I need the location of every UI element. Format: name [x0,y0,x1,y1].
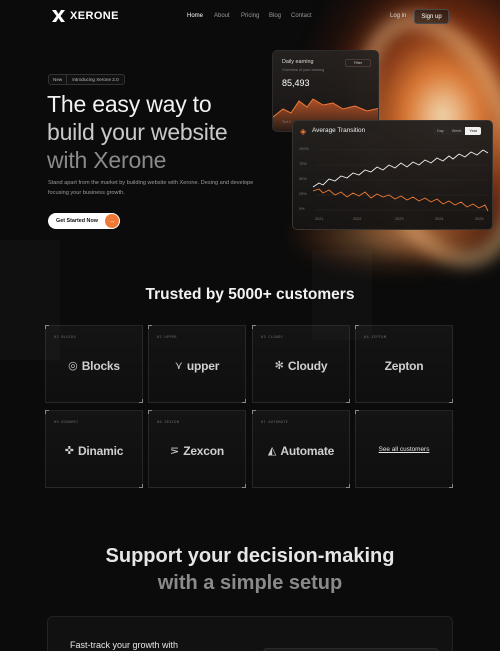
signup-button[interactable]: Sign up [414,9,449,24]
customer-logo: ◎ Blocks [46,359,142,373]
toggle-day[interactable]: Day [433,127,448,135]
top-navigation: XERONE Home About Pricing Blog Contact L… [0,0,500,34]
customer-logo-grid: 01 BLOCKS ◎ Blocks 02 UPPER ⋎ upper 03 C… [45,325,453,489]
zexcon-icon: ⋝ [169,445,180,457]
hero-description: Stand apart from the market by building … [48,180,254,196]
get-started-label: Get Started Now [56,218,98,224]
daily-earning-axis-label: Tod 2 [282,120,291,124]
series-white-line [312,149,489,188]
customer-logo: Zepton [356,359,452,373]
arrow-right-icon: → [105,214,119,228]
customer-name: Zepton [384,359,424,373]
announcement-badge[interactable]: New Introducing Xerone 2.0 [48,74,125,85]
customer-logo: ✜ Dinamic [46,444,142,458]
y-tick: 100% [299,147,309,151]
customer-cell-upper: 02 UPPER ⋎ upper [148,325,246,403]
customer-cell-zepton: 04 ZEPTON Zepton [355,325,453,403]
see-all-customers-link[interactable]: See all customers [356,446,452,453]
x-tick: 2022 [353,217,362,221]
feature-panel: Fast-track your growth with [47,616,453,651]
support-heading-line-1: Support your decision-making [105,545,395,567]
daily-earning-title: Daily earning [282,59,314,65]
cell-tag: 05 DINAMIC [54,420,79,424]
support-heading: Support your decision-making with a simp… [0,543,500,597]
daily-earning-filter[interactable]: Filter [345,59,371,67]
cell-tag: 03 CLOUDY [261,335,284,339]
cell-tag: 04 ZEPTON [364,335,387,339]
customer-name: Blocks [81,359,120,373]
transition-icon: ◈ [300,127,307,136]
customer-name: Cloudy [287,359,328,373]
badge-new-label: New [49,75,68,84]
nav-link-pricing[interactable]: Pricing [241,13,259,19]
cloudy-icon: ✻ [274,360,284,372]
cell-tag: 02 UPPER [157,335,177,339]
login-link[interactable]: Log in [390,13,406,19]
customer-cell-automate: 07 AUTOMATE ◭ Automate [252,410,350,488]
y-tick: 50% [299,177,307,181]
automate-icon: ◭ [267,445,277,457]
cell-tag: 07 AUTOMATE [261,420,289,424]
badge-text: Introducing Xerone 2.0 [72,77,119,82]
hero-title-line-1: The easy way to [47,91,212,117]
customer-name: Dinamic [77,444,124,458]
blocks-icon: ◎ [68,360,78,372]
customer-cell-zexcon: 06 ZEXCON ⋝ Zexcon [148,410,246,488]
average-transition-chart [312,149,489,212]
nav-link-blog[interactable]: Blog [269,13,281,19]
series-orange-line [312,188,489,212]
upper-icon: ⋎ [174,360,183,372]
y-tick: 75% [299,162,307,166]
support-heading-line-2: with a simple setup [157,572,343,594]
cell-tag: 01 BLOCKS [54,335,77,339]
brand-logo[interactable]: XERONE [52,10,119,22]
get-started-button[interactable]: Get Started Now → [48,213,120,229]
daily-earning-value: 85,493 [282,78,310,88]
daily-earning-subtitle: Overview of your earning [282,68,325,72]
customer-name: Zexcon [183,444,225,458]
toggle-year[interactable]: Year [465,127,482,135]
customer-cell-cloudy: 03 CLOUDY ✻ Cloudy [252,325,350,403]
xerone-logo-icon [52,10,65,22]
customer-logo: ✻ Cloudy [253,359,349,373]
y-tick: 0% [299,207,305,211]
hero-title-line-2: build your website [47,119,228,145]
dinamic-icon: ✜ [64,445,74,457]
hero-title-line-3: with Xerone [47,147,167,173]
x-tick: 2024 [435,217,444,221]
y-tick: 25% [299,192,307,196]
brand-name: XERONE [70,10,119,22]
customer-cell-dinamic: 05 DINAMIC ✜ Dinamic [45,410,143,488]
trusted-heading: Trusted by 5000+ customers [145,286,355,303]
customer-name: Automate [280,444,335,458]
nav-link-about[interactable]: About [214,13,230,19]
feature-panel-text: Fast-track your growth with [70,640,179,650]
customer-logo: ⋎ upper [149,359,245,373]
period-toggle: Day Week Year [433,127,482,135]
nav-link-contact[interactable]: Contact [291,13,312,19]
customer-logo: ⋝ Zexcon [149,444,245,458]
customer-cell-see-all: See all customers [355,410,453,488]
x-tick: 2025 [475,217,484,221]
toggle-week[interactable]: Week [448,127,466,135]
nav-link-home[interactable]: Home [187,13,203,19]
x-tick: 2021 [315,217,324,221]
hero-title: The easy way to build your website with … [47,90,228,174]
x-tick: 2023 [395,217,404,221]
customer-logo: ◭ Automate [253,444,349,458]
customer-cell-blocks: 01 BLOCKS ◎ Blocks [45,325,143,403]
cell-tag: 06 ZEXCON [157,420,180,424]
average-transition-card: ◈ Average Transition Day Week Year 100% … [292,120,493,230]
customer-name: upper [186,359,220,373]
average-transition-title: Average Transition [312,127,366,134]
